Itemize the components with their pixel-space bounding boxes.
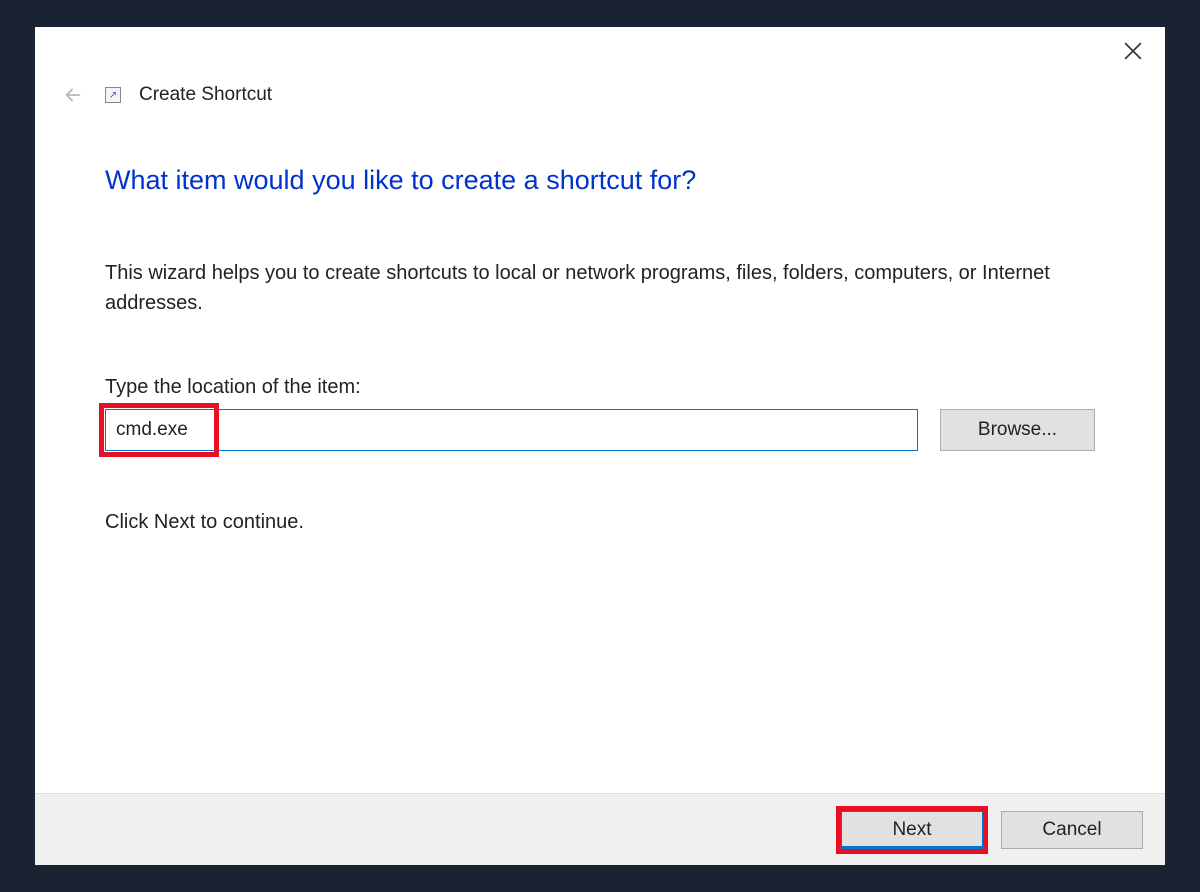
header-row: Create Shortcut xyxy=(35,75,1165,115)
location-input-wrapper xyxy=(105,409,918,451)
arrow-left-icon xyxy=(62,84,84,106)
location-field-label: Type the location of the item: xyxy=(105,376,1095,399)
description-text: This wizard helps you to create shortcut… xyxy=(105,258,1095,318)
browse-button[interactable]: Browse... xyxy=(940,409,1095,451)
titlebar xyxy=(35,27,1165,75)
wizard-title: Create Shortcut xyxy=(139,84,272,106)
page-heading: What item would you like to create a sho… xyxy=(105,165,1095,196)
next-button-wrapper: Next xyxy=(841,811,983,849)
dialog-footer: Next Cancel xyxy=(35,793,1165,865)
continue-instruction: Click Next to continue. xyxy=(105,511,1095,534)
back-button[interactable] xyxy=(59,81,87,109)
close-icon xyxy=(1124,42,1142,60)
create-shortcut-dialog: Create Shortcut What item would you like… xyxy=(35,27,1165,865)
location-input[interactable] xyxy=(105,409,918,451)
next-button[interactable]: Next xyxy=(841,811,983,849)
input-row: Browse... xyxy=(105,409,1095,451)
content-area: What item would you like to create a sho… xyxy=(35,115,1165,793)
close-button[interactable] xyxy=(1113,35,1153,67)
shortcut-icon xyxy=(105,87,121,103)
cancel-button[interactable]: Cancel xyxy=(1001,811,1143,849)
